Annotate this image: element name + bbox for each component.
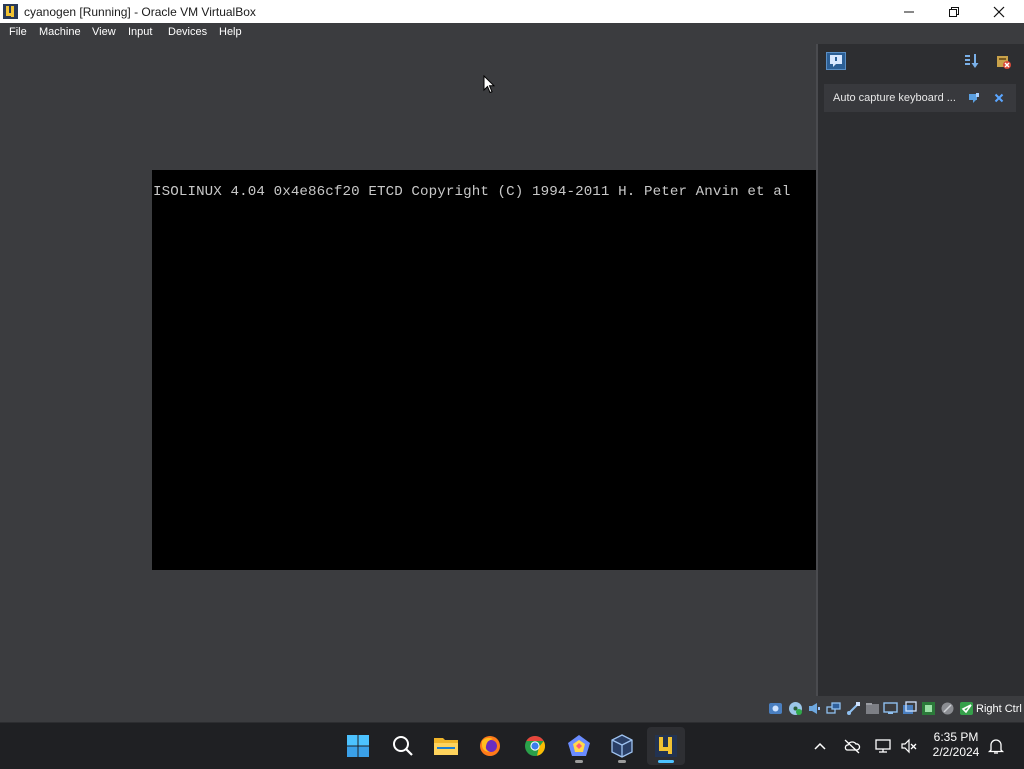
- hard-disk-icon[interactable]: [768, 701, 783, 716]
- close-button[interactable]: [976, 0, 1021, 23]
- minimize-icon: [903, 11, 914, 12]
- usb-icon[interactable]: [846, 701, 861, 716]
- delete-all-icon[interactable]: [994, 52, 1012, 70]
- mouse-cursor-icon: [483, 75, 495, 94]
- virtualbox-vm-icon: [655, 735, 677, 757]
- boot-message: ISOLINUX 4.04 0x4e86cf20 ETCD Copyright …: [153, 184, 791, 200]
- chevron-up-icon[interactable]: [811, 737, 829, 755]
- notification-item[interactable]: Auto capture keyboard ...: [824, 84, 1016, 112]
- host-key-label[interactable]: Right Ctrl: [976, 703, 1022, 715]
- volume-muted-icon[interactable]: [900, 737, 918, 755]
- keyboard-capture-icon[interactable]: [959, 701, 974, 716]
- minimize-button[interactable]: [886, 0, 931, 23]
- title-bar[interactable]: cyanogen [Running] - Oracle VM VirtualBo…: [0, 0, 1024, 23]
- restore-icon: [948, 6, 959, 17]
- sort-icon[interactable]: [963, 52, 981, 70]
- taskbar-virtualbox-vm[interactable]: [647, 727, 685, 765]
- vm-display[interactable]: ISOLINUX 4.04 0x4e86cf20 ETCD Copyright …: [152, 170, 817, 570]
- folder-icon: [434, 738, 458, 755]
- virtualbox-manager-icon: [611, 734, 633, 758]
- notification-center-button[interactable]: [826, 52, 846, 70]
- firefox-icon: [480, 736, 500, 756]
- close-icon: [993, 6, 1004, 17]
- windows-start-icon: [347, 735, 369, 757]
- bell-icon[interactable]: [987, 737, 1005, 755]
- optical-drive-icon[interactable]: [788, 701, 803, 716]
- taskbar-search-button[interactable]: [384, 727, 422, 765]
- restore-button[interactable]: [931, 0, 976, 23]
- search-icon: [393, 736, 413, 756]
- mouse-integration-icon[interactable]: [940, 701, 955, 716]
- network-icon[interactable]: [874, 737, 892, 755]
- clock-date: 2/2/2024: [932, 745, 980, 759]
- system-clock[interactable]: 6:35 PM 2/2/2024: [924, 730, 988, 760]
- menu-machine[interactable]: Machine: [39, 26, 81, 38]
- menu-file[interactable]: File: [9, 26, 27, 38]
- clock-time: 6:35 PM: [933, 730, 979, 744]
- recording-icon[interactable]: [902, 701, 917, 716]
- pentagon-app-icon: [568, 735, 590, 756]
- vt-x-icon[interactable]: [921, 701, 936, 716]
- network-icon[interactable]: [826, 701, 841, 716]
- vm-status-bar: Right Ctrl: [0, 698, 1024, 720]
- active-indicator: [658, 760, 674, 763]
- running-indicator: [575, 760, 583, 763]
- cloud-off-icon[interactable]: [843, 737, 861, 755]
- virtualbox-app-icon: [3, 4, 18, 19]
- notification-center: Auto capture keyboard ...: [816, 44, 1024, 696]
- close-icon[interactable]: [992, 91, 1006, 105]
- start-button[interactable]: [339, 727, 377, 765]
- taskbar-chrome[interactable]: [516, 727, 554, 765]
- audio-icon[interactable]: [807, 701, 822, 716]
- menu-input[interactable]: Input: [128, 26, 152, 38]
- taskbar: 6:35 PM 2/2/2024: [0, 722, 1024, 769]
- taskbar-pentagon-app[interactable]: [560, 727, 598, 765]
- shared-folders-icon[interactable]: [865, 701, 880, 716]
- taskbar-firefox[interactable]: [471, 727, 509, 765]
- chrome-icon: [525, 735, 546, 756]
- menu-devices[interactable]: Devices: [168, 26, 207, 38]
- window-title: cyanogen [Running] - Oracle VM VirtualBo…: [24, 5, 256, 19]
- display-icon[interactable]: [883, 701, 898, 716]
- notification-center-icon: [830, 55, 842, 67]
- menu-bar: File Machine View Input Devices Help: [0, 23, 1024, 42]
- notification-header: [818, 44, 1024, 76]
- menu-view[interactable]: View: [92, 26, 116, 38]
- taskbar-virtualbox-manager[interactable]: [603, 727, 641, 765]
- notification-text: Auto capture keyboard ...: [833, 92, 956, 104]
- menu-help[interactable]: Help: [219, 26, 242, 38]
- pin-icon[interactable]: [967, 91, 981, 105]
- taskbar-file-explorer[interactable]: [427, 727, 465, 765]
- running-indicator: [618, 760, 626, 763]
